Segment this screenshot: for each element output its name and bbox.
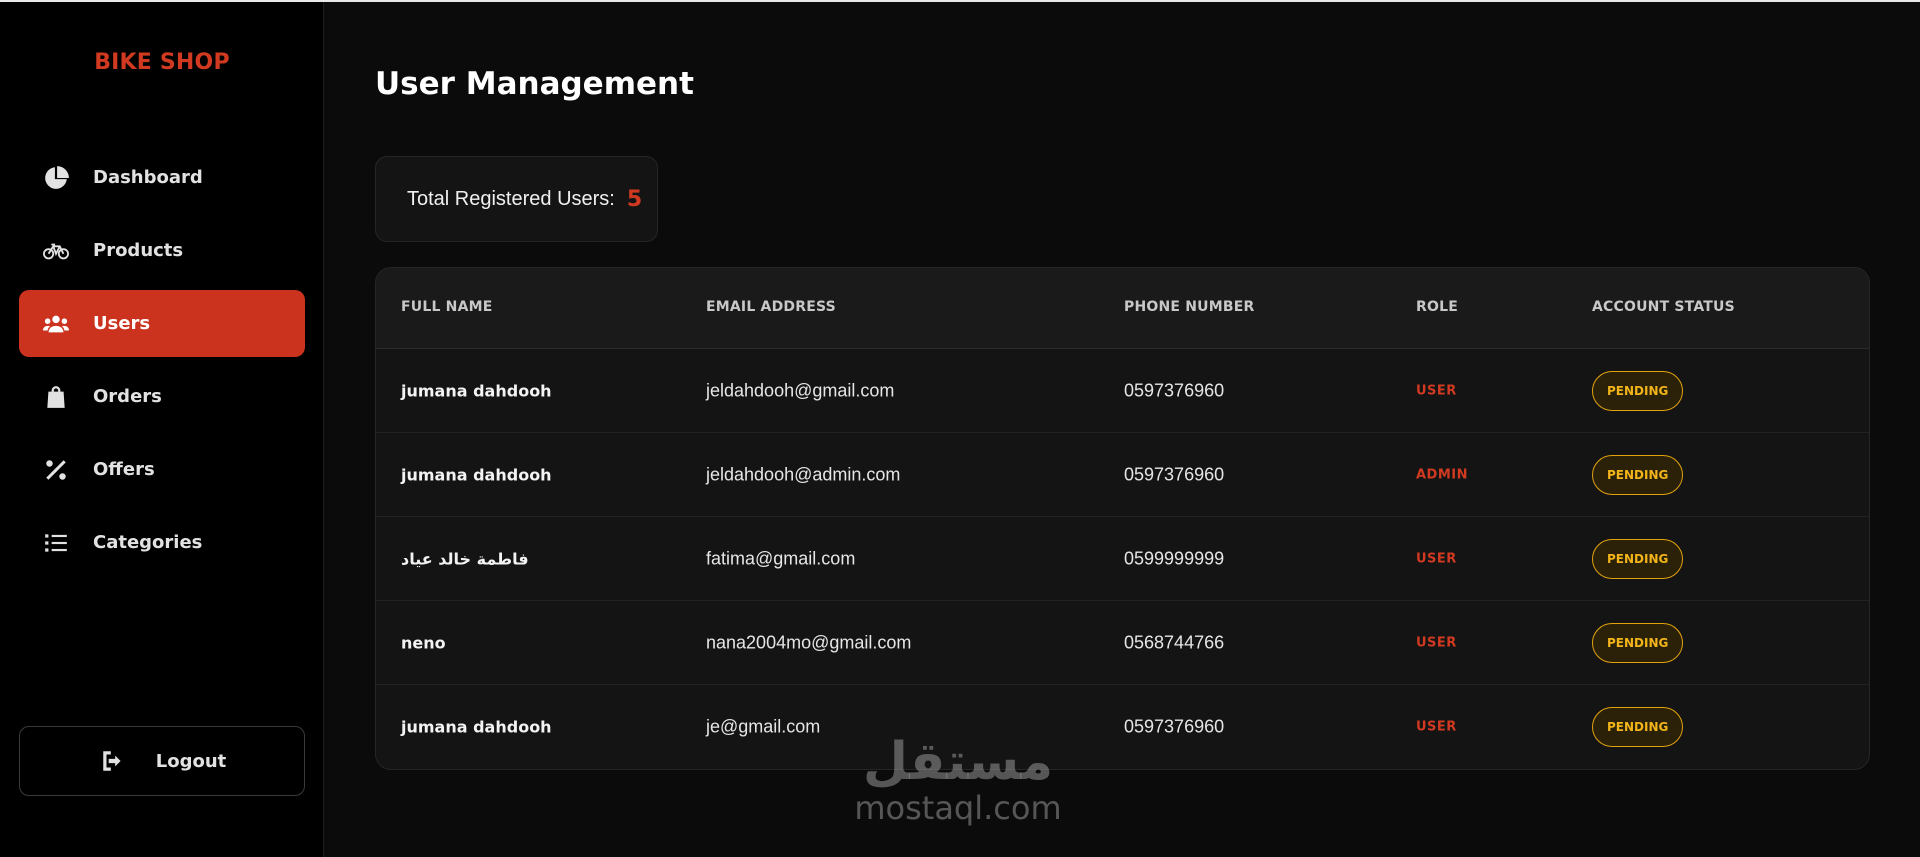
logout-label: Logout bbox=[155, 750, 227, 772]
sidebar-item-label: Offers bbox=[93, 459, 155, 480]
pie-chart-icon bbox=[41, 165, 71, 191]
user-phone: 0568744766 bbox=[1124, 632, 1225, 652]
user-email: jeldahdooh@gmail.com bbox=[706, 380, 895, 400]
role-badge: USER bbox=[1416, 383, 1457, 398]
user-email: jeldahdooh@admin.com bbox=[706, 464, 901, 484]
bicycle-icon bbox=[41, 238, 71, 264]
user-email: je@gmail.com bbox=[706, 716, 821, 737]
user-email: nana2004mo@gmail.com bbox=[706, 632, 912, 652]
user-name: neno bbox=[401, 633, 446, 652]
sidebar-nav: Dashboard Products Users Orders Offers C… bbox=[19, 144, 305, 582]
percent-icon bbox=[41, 457, 71, 483]
users-table: FULL NAME EMAIL ADDRESS PHONE NUMBER ROL… bbox=[375, 267, 1870, 770]
total-users-label: Total Registered Users: bbox=[407, 187, 615, 210]
sidebar-item-label: Orders bbox=[93, 386, 162, 407]
status-badge[interactable]: PENDING bbox=[1592, 538, 1684, 579]
page-title: User Management bbox=[375, 66, 694, 102]
table-row[interactable]: neno nana2004mo@gmail.com 0568744766 USE… bbox=[376, 601, 1869, 685]
user-phone: 0597376960 bbox=[1124, 464, 1225, 484]
brand-logo[interactable]: BIKE SHOP bbox=[0, 50, 324, 75]
sidebar: BIKE SHOP Dashboard Products Users Order… bbox=[0, 2, 324, 857]
role-badge: ADMIN bbox=[1416, 467, 1469, 482]
user-name: jumana dahdooh bbox=[401, 717, 552, 737]
user-name: فاطمة خالد عياد bbox=[401, 549, 529, 568]
role-badge: USER bbox=[1416, 551, 1457, 566]
sidebar-item-label: Dashboard bbox=[93, 167, 203, 188]
total-users-card: Total Registered Users: 5 bbox=[375, 156, 658, 242]
status-badge[interactable]: PENDING bbox=[1592, 454, 1684, 495]
sidebar-item-users[interactable]: Users bbox=[19, 290, 305, 357]
shopping-bag-icon bbox=[41, 384, 71, 410]
table-row[interactable]: jumana dahdooh je@gmail.com 0597376960 U… bbox=[376, 685, 1869, 769]
user-phone: 0599999999 bbox=[1124, 548, 1225, 568]
table-row[interactable]: فاطمة خالد عياد fatima@gmail.com 0599999… bbox=[376, 517, 1869, 601]
sidebar-item-orders[interactable]: Orders bbox=[19, 363, 305, 430]
users-icon bbox=[41, 311, 71, 337]
role-badge: USER bbox=[1416, 719, 1457, 735]
column-header-phone: PHONE NUMBER bbox=[1124, 299, 1255, 315]
user-phone: 0597376960 bbox=[1124, 716, 1225, 737]
list-icon bbox=[41, 530, 71, 556]
total-users-value: 5 bbox=[626, 186, 643, 212]
status-badge[interactable]: PENDING bbox=[1592, 707, 1684, 747]
table-row[interactable]: jumana dahdooh jeldahdooh@admin.com 0597… bbox=[376, 433, 1869, 517]
sidebar-item-offers[interactable]: Offers bbox=[19, 436, 305, 503]
sidebar-item-categories[interactable]: Categories bbox=[19, 509, 305, 576]
sidebar-item-label: Products bbox=[93, 240, 184, 261]
column-header-account-status: ACCOUNT STATUS bbox=[1592, 299, 1735, 315]
table-row[interactable]: jumana dahdooh jeldahdooh@gmail.com 0597… bbox=[376, 349, 1869, 433]
sidebar-item-label: Users bbox=[93, 313, 151, 334]
column-header-role: ROLE bbox=[1416, 299, 1458, 315]
status-badge[interactable]: PENDING bbox=[1592, 622, 1684, 663]
status-badge[interactable]: PENDING bbox=[1592, 370, 1684, 411]
sidebar-item-label: Categories bbox=[93, 532, 203, 553]
user-name: jumana dahdooh bbox=[401, 381, 552, 400]
table-header: FULL NAME EMAIL ADDRESS PHONE NUMBER ROL… bbox=[376, 268, 1869, 349]
sidebar-item-products[interactable]: Products bbox=[19, 217, 305, 284]
sign-out-icon bbox=[98, 748, 128, 774]
logout-button[interactable]: Logout bbox=[19, 726, 305, 796]
sidebar-item-dashboard[interactable]: Dashboard bbox=[19, 144, 305, 211]
role-badge: USER bbox=[1416, 635, 1457, 650]
user-email: fatima@gmail.com bbox=[706, 548, 856, 568]
column-header-full-name: FULL NAME bbox=[401, 299, 493, 315]
column-header-email: EMAIL ADDRESS bbox=[706, 299, 836, 315]
user-name: jumana dahdooh bbox=[401, 465, 552, 484]
user-phone: 0597376960 bbox=[1124, 380, 1225, 400]
